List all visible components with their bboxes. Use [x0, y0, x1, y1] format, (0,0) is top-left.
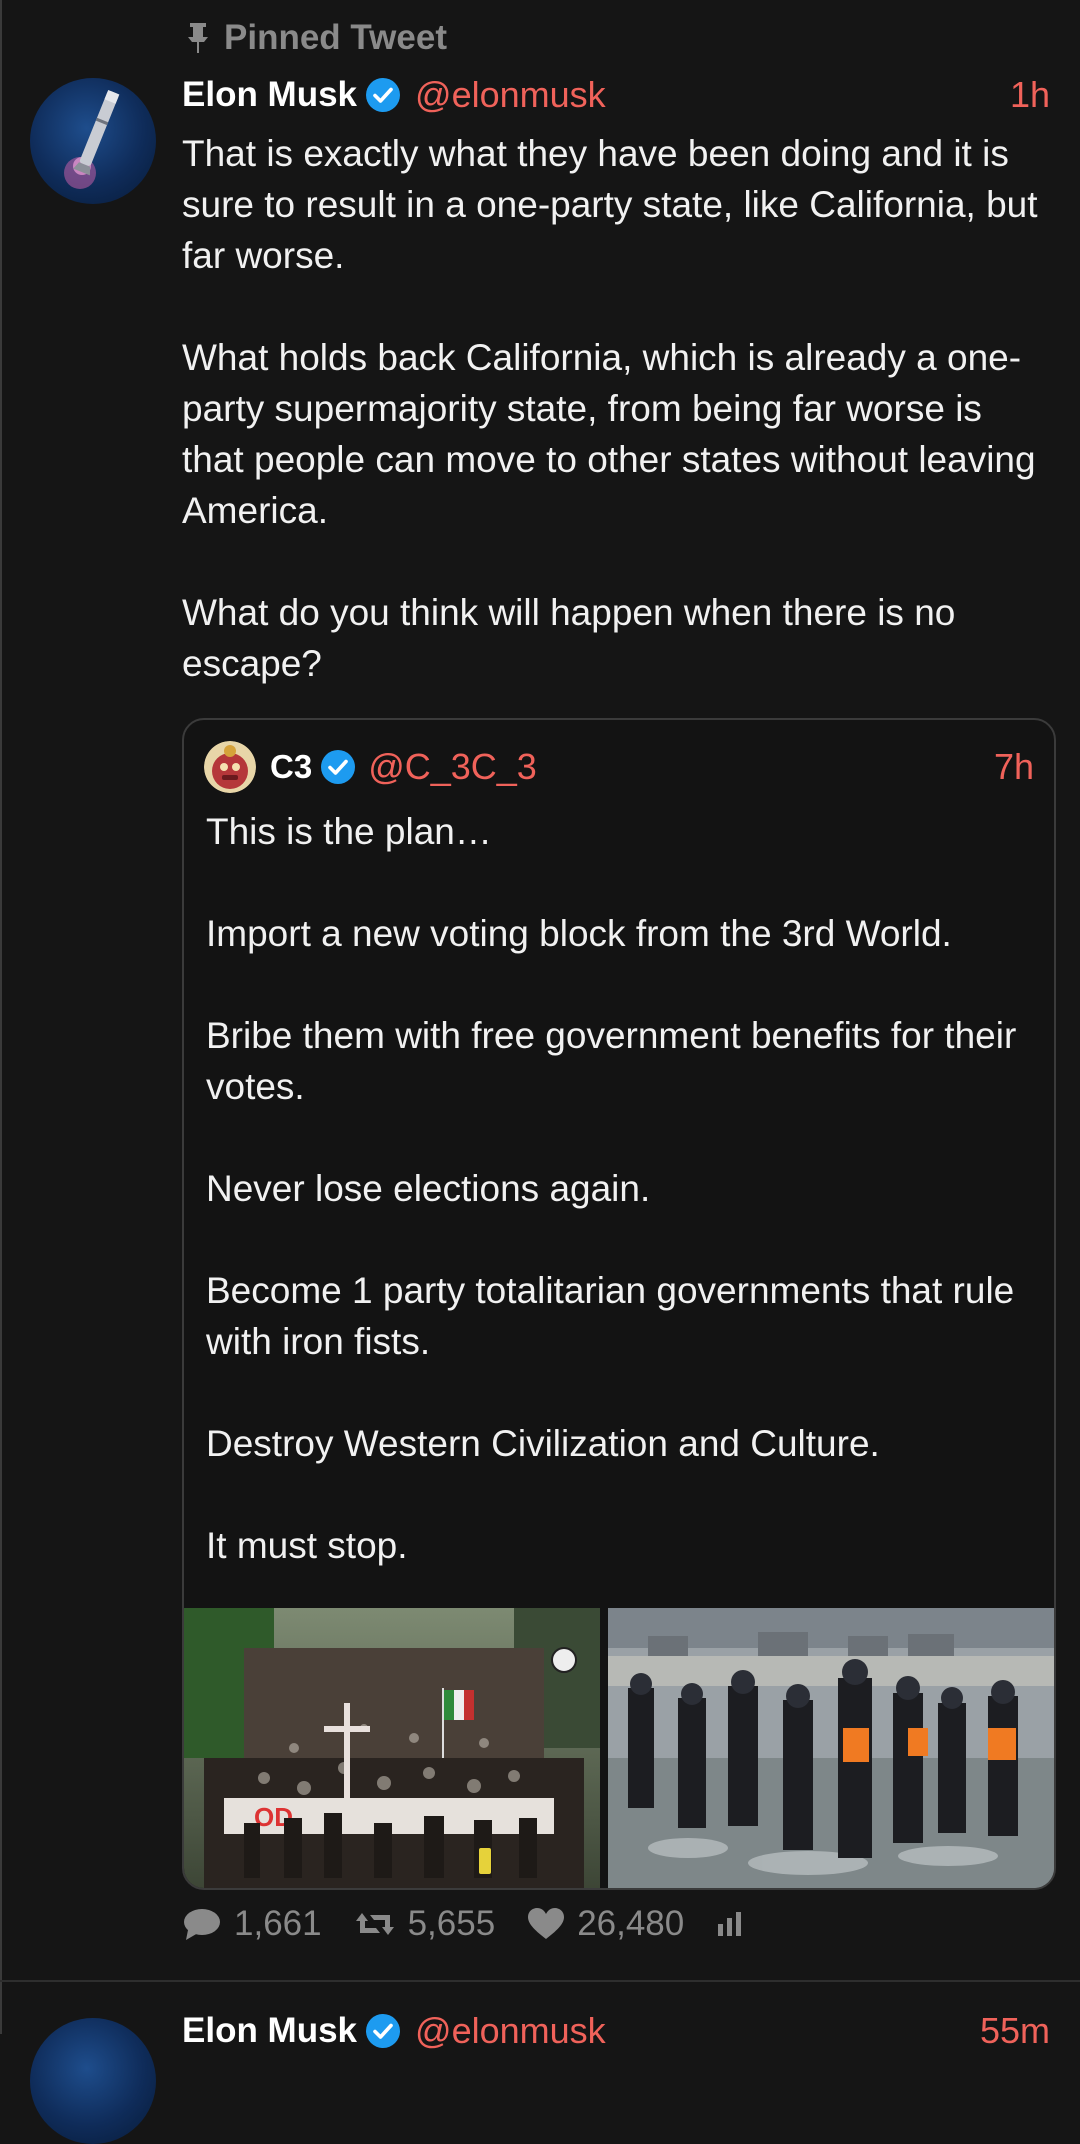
tweet-paragraph: That is exactly what they have been doin… — [182, 133, 1038, 276]
quote-paragraph: It must stop. — [206, 1525, 408, 1566]
tweet-paragraph: What holds back California, which is alr… — [182, 337, 1036, 531]
pinned-text: Pinned Tweet — [224, 18, 447, 57]
verified-badge-icon — [365, 77, 401, 113]
tweet-paragraph: What do you think will happen when there… — [182, 592, 956, 684]
quote-paragraph: Destroy Western Civilization and Culture… — [206, 1423, 880, 1464]
quote-avatar[interactable] — [204, 741, 256, 793]
quote-paragraph: Import a new voting block from the 3rd W… — [206, 913, 952, 954]
pin-icon — [186, 22, 210, 54]
like-button[interactable]: 26,480 — [527, 1904, 684, 1944]
media-image-crowd-march[interactable]: OD — [184, 1608, 600, 1888]
pinned-label: Pinned Tweet — [186, 18, 447, 58]
quote-author-handle[interactable]: @C_3C_3 — [368, 746, 537, 788]
retweet-button[interactable]: 5,655 — [354, 1904, 496, 1944]
tweet-divider — [0, 1980, 1080, 1982]
analytics-icon — [716, 1910, 744, 1938]
quote-author-name[interactable]: C3 — [270, 748, 312, 786]
quoted-tweet[interactable]: C3 @C_3C_3 7h This is the plan… Import a… — [182, 718, 1056, 1890]
quote-paragraph: Bribe them with free government benefits… — [206, 1015, 1017, 1107]
timeline-rule — [0, 0, 2, 2034]
reply-button[interactable]: 1,661 — [182, 1904, 322, 1944]
author-handle[interactable]: @elonmusk — [415, 74, 606, 116]
tweet-time[interactable]: 1h — [1010, 74, 1050, 116]
rocket-avatar-icon — [64, 89, 120, 189]
next-author-handle[interactable]: @elonmusk — [415, 2010, 606, 2052]
next-tweet-time[interactable]: 55m — [980, 2010, 1050, 2052]
like-count: 26,480 — [577, 1904, 685, 1943]
quote-text: This is the plan… Import a new voting bl… — [206, 806, 1036, 1571]
author-name[interactable]: Elon Musk — [182, 75, 357, 115]
avatar[interactable] — [30, 78, 156, 204]
quote-header: C3 @C_3C_3 7h — [204, 740, 1034, 794]
tweet-actions: 1,661 5,655 26,480 — [182, 1904, 776, 1944]
quote-paragraph: Never lose elections again. — [206, 1168, 651, 1209]
quote-paragraph: This is the plan… — [206, 811, 492, 852]
comment-icon — [182, 1906, 222, 1942]
tweet-text: That is exactly what they have been doin… — [182, 128, 1042, 689]
verified-badge-icon — [320, 749, 356, 785]
next-tweet-avatar[interactable] — [30, 2018, 156, 2144]
retweet-count: 5,655 — [407, 1904, 496, 1943]
verified-badge-icon — [365, 2013, 401, 2049]
reply-count: 1,661 — [234, 1904, 322, 1943]
retweet-icon — [354, 1907, 396, 1941]
quote-media: OD — [184, 1608, 1054, 1888]
tweet-header: Elon Musk @elonmusk 1h — [182, 70, 1050, 120]
heart-icon — [527, 1907, 565, 1941]
quote-time[interactable]: 7h — [994, 746, 1034, 788]
next-tweet-header: Elon Musk @elonmusk 55m — [182, 2010, 1050, 2052]
character-avatar-icon — [204, 741, 256, 793]
quote-paragraph: Become 1 party totalitarian governments … — [206, 1270, 1015, 1362]
media-image-beach-crossing[interactable] — [608, 1608, 1054, 1888]
analytics-button[interactable] — [716, 1910, 744, 1938]
next-author-name[interactable]: Elon Musk — [182, 2011, 357, 2051]
